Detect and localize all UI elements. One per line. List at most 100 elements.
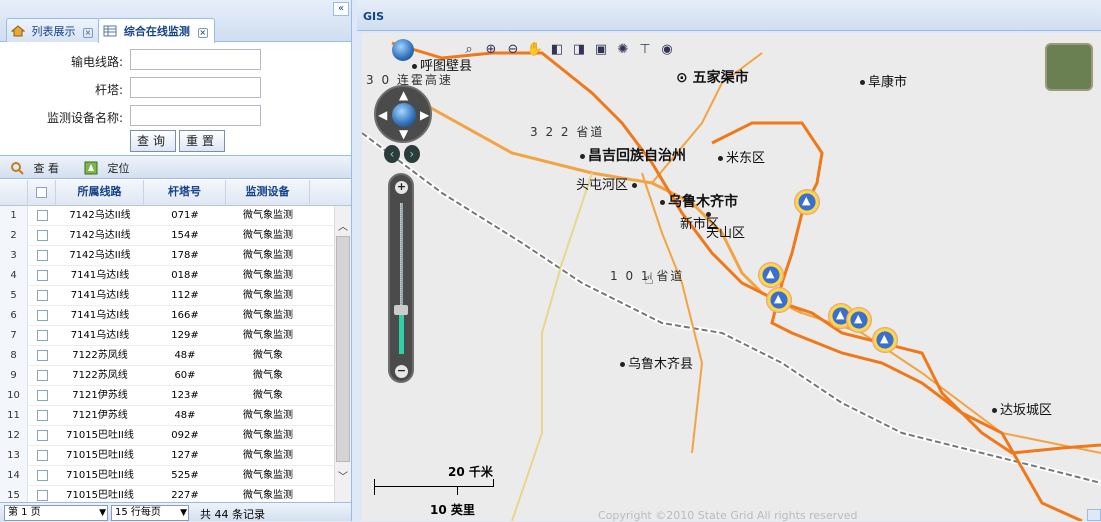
table-row[interactable]: 12 71015巴吐II线 092# 微气象监测 [0,426,334,446]
back-icon[interactable]: ◧ [548,41,566,59]
row-checkbox-cell[interactable] [28,366,56,386]
select-all-header[interactable] [28,180,56,206]
scroll-up-icon[interactable]: ︿ [335,218,351,233]
view-button[interactable]: 查 看 [10,160,59,176]
pan-left-icon[interactable]: ◀ [378,108,387,122]
collapse-panel-button[interactable]: « [333,2,349,16]
row-checkbox-cell[interactable] [28,466,56,486]
globe-icon[interactable] [392,39,414,61]
zoom-slider[interactable]: + − [388,173,414,383]
row-checkbox[interactable] [36,469,48,481]
pan-control[interactable]: ▲ ▼ ◀ ▶ [374,85,432,143]
tab-monitoring[interactable]: 综合在线监测 × [98,18,215,43]
page-select[interactable]: 第 1 页 ▼ [4,505,108,521]
tower-input[interactable] [130,77,261,98]
table-row[interactable]: 2 7142乌达II线 154# 微气象监测 [0,226,334,246]
pan-up-icon[interactable]: ▲ [399,88,408,102]
row-checkbox[interactable] [36,209,48,221]
full-extent-icon[interactable]: ▣ [592,41,610,59]
table-row[interactable]: 15 71015巴吐II线 227# 微气象监测 [0,486,334,502]
row-checkbox[interactable] [36,329,48,341]
scroll-thumb[interactable] [336,236,350,462]
scale-mi: 10 英里 [430,503,475,517]
measure-icon[interactable]: ⊤ [636,41,654,59]
row-checkbox-cell[interactable] [28,426,56,446]
tab-list-view[interactable]: 列表展示 × [6,18,100,42]
map-canvas[interactable]: ⌕ ⊕ ⊖ ✋ ◧ ◨ ▣ ✺ ⊤ ◉ ▲ ▼ ◀ ▶ ‹ › + − 呼图壁县 3 0 连霍高速… [362,33,1101,521]
rotate-left-icon[interactable]: ‹ [384,145,400,163]
row-checkbox[interactable] [36,349,48,361]
table-row[interactable]: 10 7121伊苏线 123# 微气象 [0,386,334,406]
tower-marker[interactable]: ▲ [766,287,792,313]
tower-marker[interactable]: ▲ [846,307,872,333]
row-checkbox-cell[interactable] [28,406,56,426]
row-checkbox-cell[interactable] [28,306,56,326]
row-checkbox[interactable] [36,289,48,301]
table-row[interactable]: 6 7141乌达I线 166# 微气象监测 [0,306,334,326]
row-checkbox[interactable] [36,389,48,401]
identify-icon[interactable]: ◉ [658,41,676,59]
row-checkbox[interactable] [36,309,48,321]
table-row[interactable]: 14 71015巴吐II线 525# 微气象监测 [0,466,334,486]
row-checkbox[interactable] [36,449,48,461]
row-checkbox[interactable] [36,429,48,441]
select-all-checkbox[interactable] [36,186,47,198]
grid-scrollbar[interactable]: ︿ ﹀ [334,206,351,502]
resize-corner[interactable] [1087,509,1101,521]
row-checkbox[interactable] [36,249,48,261]
forward-icon[interactable]: ◨ [570,41,588,59]
line-input[interactable] [130,49,261,70]
table-row[interactable]: 13 71015巴吐II线 127# 微气象监测 [0,446,334,466]
row-checkbox[interactable] [36,489,48,501]
row-checkbox-cell[interactable] [28,226,56,246]
pan-down-icon[interactable]: ▼ [399,127,408,141]
row-checkbox-cell[interactable] [28,486,56,502]
locate-button[interactable]: 定位 [84,160,130,176]
reset-button[interactable]: 重置 [179,130,225,152]
tower-row: 杆塔: [0,77,351,99]
header-device[interactable]: 监测设备 [226,180,310,206]
clear-icon[interactable]: ✺ [614,41,632,59]
tower-marker[interactable]: ▲ [758,262,784,288]
table-row[interactable]: 1 7142乌达II线 071# 微气象监测 [0,206,334,226]
table-row[interactable]: 9 7122苏凤线 60# 微气象 [0,366,334,386]
tower-marker[interactable]: ▲ [872,327,898,353]
row-checkbox-cell[interactable] [28,266,56,286]
table-row[interactable]: 4 7141乌达I线 018# 微气象监测 [0,266,334,286]
device-input[interactable] [130,105,261,126]
table-row[interactable]: 8 7122苏凤线 48# 微气象 [0,346,334,366]
close-icon[interactable]: × [197,28,208,38]
row-checkbox-cell[interactable] [28,386,56,406]
header-line[interactable]: 所属线路 [56,180,144,206]
row-checkbox-cell[interactable] [28,346,56,366]
row-checkbox-cell[interactable] [28,326,56,346]
pan-right-icon[interactable]: ▶ [420,108,429,122]
row-checkbox[interactable] [36,409,48,421]
row-checkbox[interactable] [36,229,48,241]
row-checkbox-cell[interactable] [28,246,56,266]
zoom-out-icon[interactable]: ⊖ [504,41,522,59]
row-checkbox-cell[interactable] [28,286,56,306]
table-row[interactable]: 7 7141乌达I线 129# 微气象监测 [0,326,334,346]
table-row[interactable]: 5 7141乌达I线 112# 微气象监测 [0,286,334,306]
close-icon[interactable]: × [83,28,93,38]
zoom-minus-icon[interactable]: − [395,365,408,378]
row-checkbox-cell[interactable] [28,206,56,226]
row-checkbox[interactable] [36,369,48,381]
zoom-handle[interactable] [394,305,408,315]
row-checkbox[interactable] [36,269,48,281]
pan-globe-icon [392,103,416,127]
rows-per-page-select[interactable]: 15 行每页 ▼ [111,505,189,521]
scroll-down-icon[interactable]: ﹀ [335,468,351,483]
query-button[interactable]: 查询 [130,130,176,152]
pan-hand-icon[interactable]: ✋ [526,41,544,59]
row-checkbox-cell[interactable] [28,446,56,466]
overview-map-icon[interactable] [1045,43,1093,91]
table-row[interactable]: 11 7121伊苏线 48# 微气象监测 [0,406,334,426]
table-row[interactable]: 3 7142乌达II线 178# 微气象监测 [0,246,334,266]
rotate-right-icon[interactable]: › [403,145,420,163]
zoom-plus-icon[interactable]: + [395,181,408,194]
zoom-in-icon[interactable]: ⊕ [482,41,500,59]
tower-marker[interactable]: ▲ [794,189,820,215]
header-tower[interactable]: 杆塔号 [144,180,226,206]
